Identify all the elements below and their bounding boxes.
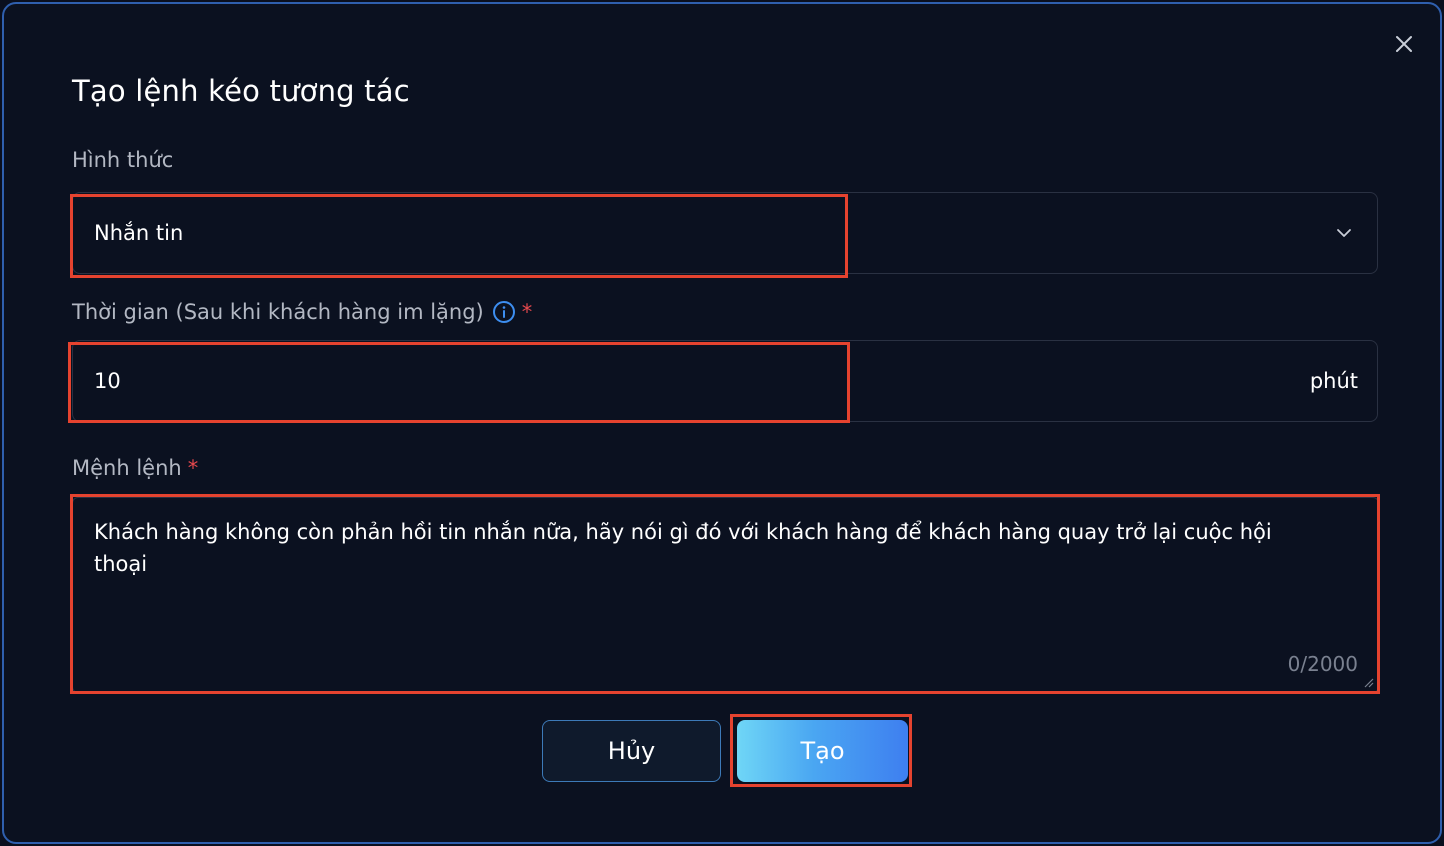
command-label: Mệnh lệnh *	[72, 456, 198, 480]
resize-grip-icon[interactable]	[1362, 676, 1374, 688]
close-icon	[1396, 36, 1412, 52]
required-mark: *	[521, 300, 533, 324]
command-text: Khách hàng không còn phản hồi tin nhắn n…	[94, 520, 1272, 576]
time-label-text: Thời gian (Sau khi khách hàng im lặng)	[72, 300, 484, 324]
command-textarea[interactable]: Khách hàng không còn phản hồi tin nhắn n…	[72, 497, 1379, 693]
dialog-title: Tạo lệnh kéo tương tác	[72, 74, 410, 108]
type-select[interactable]: Nhắn tin	[72, 192, 1378, 274]
close-button[interactable]	[1390, 30, 1418, 58]
type-label: Hình thức	[72, 148, 173, 172]
chevron-down-icon[interactable]	[1333, 222, 1355, 244]
create-button[interactable]: Tạo	[737, 720, 908, 782]
time-input-value: 10	[94, 369, 121, 393]
char-counter: 0/2000	[1287, 652, 1358, 676]
cancel-button[interactable]: Hủy	[542, 720, 721, 782]
type-select-value: Nhắn tin	[94, 221, 184, 245]
time-unit: phút	[1309, 369, 1358, 393]
command-label-text: Mệnh lệnh	[72, 456, 182, 480]
type-label-text: Hình thức	[72, 148, 174, 172]
required-mark: *	[187, 456, 199, 480]
dialog: Tạo lệnh kéo tương tác Hình thức Nhắn ti…	[2, 2, 1442, 844]
time-label: Thời gian (Sau khi khách hàng im lặng) *	[72, 300, 532, 324]
info-icon[interactable]	[492, 300, 516, 324]
time-input[interactable]: 10 phút	[72, 340, 1378, 422]
